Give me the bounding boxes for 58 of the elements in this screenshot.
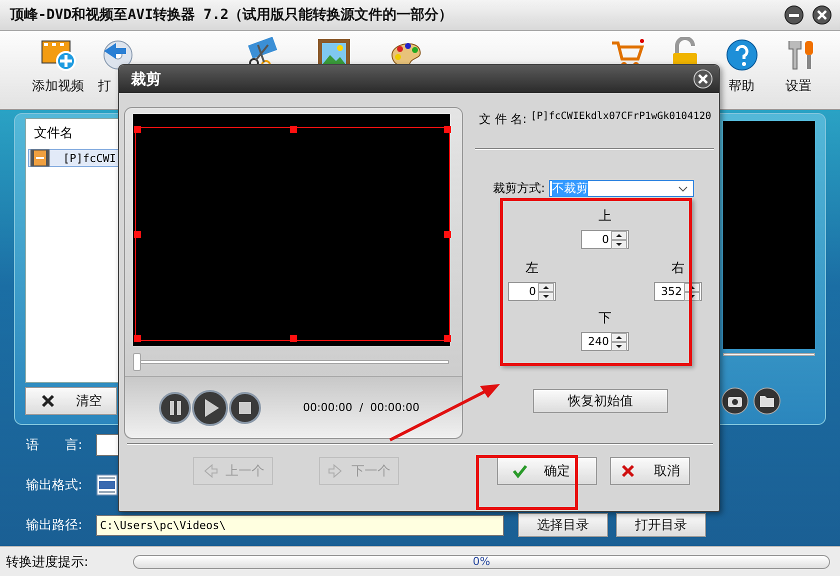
number-spinner[interactable]: 0 xyxy=(581,230,629,249)
dialog-title: 裁剪 xyxy=(131,70,161,88)
file-name: [P]fcCWIEkdlx07CFrP1wGk0104120 xyxy=(530,111,712,124)
dialog-button[interactable]: 取消 xyxy=(610,457,690,485)
spin-arrows-icon[interactable] xyxy=(611,230,627,248)
check-icon[interactable] xyxy=(512,463,528,479)
crop-handle[interactable] xyxy=(134,335,141,342)
crop-handle[interactable] xyxy=(134,231,141,238)
output-path-field[interactable]: C:\Users\pc\Videos\ xyxy=(96,514,504,536)
spin-arrows-icon[interactable] xyxy=(538,282,554,300)
camera-button[interactable] xyxy=(721,387,749,415)
directory-button[interactable]: 选择目录 xyxy=(518,513,608,537)
margin-label: 下 xyxy=(598,310,612,327)
pause-button[interactable] xyxy=(159,392,191,424)
path-label: 输出路径: xyxy=(26,517,84,534)
file-name-label: 文 件 名: xyxy=(479,111,527,128)
window-title: 顶峰-DVD和视频至AVI转换器 7.2（试用版只能转换源文件的一部分） xyxy=(10,6,453,24)
crop-handle[interactable] xyxy=(290,335,297,342)
column-header[interactable]: 文件名 xyxy=(34,124,73,142)
dialog-button[interactable]: 确定 xyxy=(497,457,597,485)
x-icon[interactable] xyxy=(40,393,56,409)
directory-button[interactable]: 打开目录 xyxy=(616,513,706,537)
format-label: 输出格式: xyxy=(26,477,84,494)
chevron-down-icon[interactable] xyxy=(678,186,688,192)
close-button[interactable] xyxy=(812,5,832,25)
play-button[interactable] xyxy=(192,390,228,426)
minimize-button[interactable] xyxy=(784,5,804,25)
clear-button[interactable]: 清空 xyxy=(25,387,117,415)
crop-mode-label: 裁剪方式: xyxy=(493,180,546,197)
reset-button[interactable]: 恢复初始值 xyxy=(533,389,668,413)
crop-handle[interactable] xyxy=(134,126,141,133)
margin-label: 左 xyxy=(526,260,538,277)
crop-handle[interactable] xyxy=(444,335,451,342)
time-display: 00:00:00 / 00:00:00 xyxy=(303,401,420,414)
number-spinner[interactable]: 352 xyxy=(654,282,702,301)
progress-label: 转换进度提示: xyxy=(6,554,90,570)
crop-handle[interactable] xyxy=(444,231,451,238)
seek-slider[interactable] xyxy=(133,352,449,370)
spin-arrows-icon[interactable] xyxy=(684,282,700,300)
margin-label: 上 xyxy=(598,208,612,225)
avi-format-icon[interactable] xyxy=(96,474,118,496)
film-icon[interactable] xyxy=(29,149,51,167)
crop-handle[interactable] xyxy=(290,126,297,133)
help-icon[interactable] xyxy=(724,37,760,71)
language-label: 语 言: xyxy=(26,437,84,454)
progress-text: 0% xyxy=(472,554,490,568)
toolbar-label[interactable]: 帮助 xyxy=(728,77,754,95)
folder-button[interactable] xyxy=(753,387,781,415)
slider-thumb[interactable] xyxy=(133,352,141,371)
stop-button[interactable] xyxy=(229,392,261,424)
margin-label: 右 xyxy=(672,260,684,277)
toolbar-label[interactable]: 打 xyxy=(98,77,111,95)
spin-arrows-icon[interactable] xyxy=(611,332,627,350)
toolbar-label[interactable]: 设置 xyxy=(786,77,812,95)
crop-handle[interactable] xyxy=(444,126,451,133)
toolbar-label[interactable]: 添加视频 xyxy=(32,77,84,95)
number-spinner[interactable]: 0 xyxy=(508,282,556,301)
number-spinner[interactable]: 240 xyxy=(581,332,629,351)
